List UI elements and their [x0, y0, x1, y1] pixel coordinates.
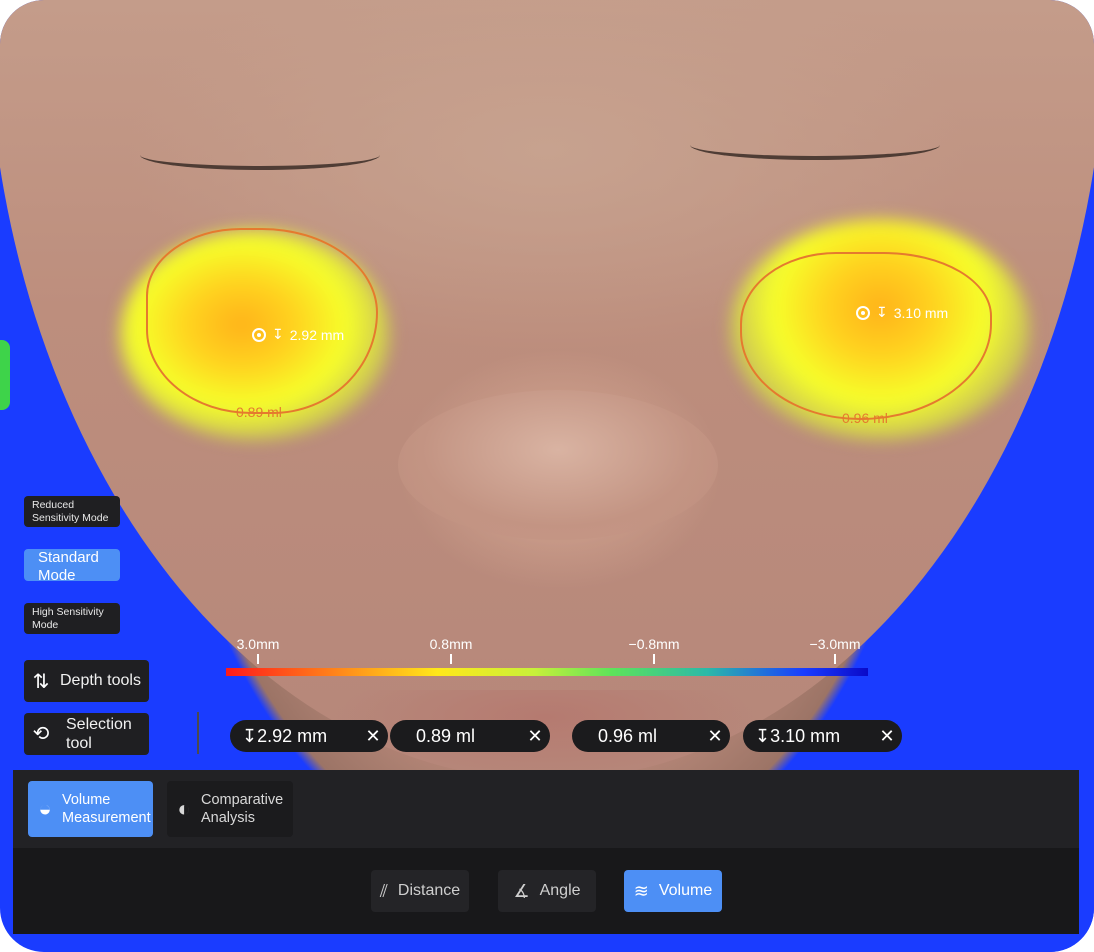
scale-tick: [834, 654, 836, 664]
mode-standard[interactable]: Standard Mode: [24, 549, 120, 584]
measurement-chip[interactable]: 0.96 ml ✕: [572, 720, 730, 752]
right-volume-label: 0.96 ml: [842, 410, 888, 426]
right-eye: [690, 130, 940, 160]
close-icon[interactable]: ✕: [872, 726, 902, 747]
scale-tick: [450, 654, 452, 664]
volume-measurement-button[interactable]: ◒ Volume Measurement: [28, 781, 153, 837]
compare-icon: ◐: [177, 796, 191, 821]
right-depth-value: 3.10 mm: [893, 304, 949, 321]
tab-angle-label: Angle: [539, 882, 581, 899]
divider: [197, 712, 199, 754]
arrow-down-icon: ↧: [876, 304, 888, 320]
left-depth-value: 2.92 mm: [289, 326, 345, 343]
scale-tick: [257, 654, 259, 664]
tab-distance[interactable]: ⫽ Distance: [371, 870, 469, 912]
chip-label: 0.89 ml: [416, 725, 476, 746]
chip-label: ↧2.92 mm: [242, 725, 328, 746]
app-window: ↧ 2.92 mm ↧ 3.10 mm 0.89 ml 0.96 ml Redu…: [0, 0, 1094, 952]
depth-tool-icon: ⇅: [32, 670, 50, 693]
left-volume-label: 0.89 ml: [236, 404, 282, 420]
measurement-chip[interactable]: ↧2.92 mm ✕: [230, 720, 388, 752]
comparative-analysis-label: Comparative Analysis: [201, 792, 284, 826]
edge-artifact: [0, 340, 10, 410]
close-icon[interactable]: ✕: [700, 726, 730, 747]
volume-measurement-label: Volume Measurement: [62, 792, 151, 826]
nose: [398, 390, 718, 540]
target-pin-icon: [252, 327, 266, 342]
scale-label: 3.0mm: [236, 636, 280, 652]
close-icon[interactable]: ✕: [520, 726, 550, 747]
mode-high-sensitivity[interactable]: High Sensitivity Mode: [24, 603, 120, 634]
left-depth-marker[interactable]: ↧ 2.92 mm: [252, 326, 344, 343]
measurement-chip[interactable]: ↧3.10 mm ✕: [743, 720, 902, 752]
depth-tools-label: Depth tools: [60, 672, 141, 689]
arrow-down-icon: ↧: [272, 326, 284, 342]
chip-label: 0.96 ml: [598, 725, 658, 746]
tab-volume[interactable]: ≋ Volume: [624, 870, 722, 912]
comparative-analysis-button[interactable]: ◐ Comparative Analysis: [167, 781, 293, 837]
scale-tick: [653, 654, 655, 664]
target-pin-icon: [856, 305, 870, 320]
ruler-icon: ⫽: [379, 880, 388, 901]
selection-tool-label: Selection tool: [66, 716, 132, 752]
selection-tool-button[interactable]: ⟲ Selection tool: [24, 713, 149, 755]
left-eye: [140, 140, 380, 170]
depth-color-scale: [226, 668, 868, 676]
depth-tools-button[interactable]: ⇅ Depth tools: [24, 660, 149, 702]
close-icon[interactable]: ✕: [358, 726, 388, 747]
angle-icon: ∡: [513, 880, 530, 901]
left-selection-outline[interactable]: [146, 228, 378, 414]
tab-volume-label: Volume: [658, 882, 713, 899]
measurement-chip[interactable]: 0.89 ml ✕: [390, 720, 550, 752]
scale-label: 0.8mm: [429, 636, 473, 652]
chip-label: ↧3.10 mm: [755, 725, 841, 746]
wave-lines-icon: ≋: [633, 880, 649, 901]
selection-loop-icon: ⟲: [32, 722, 50, 745]
tab-distance-label: Distance: [397, 882, 461, 899]
mode-reduced-sensitivity[interactable]: Reduced Sensitivity Mode: [24, 496, 120, 527]
scale-label: −0.8mm: [628, 636, 680, 652]
volume-icon: ◒: [38, 796, 52, 821]
scale-label: −3.0mm: [809, 636, 861, 652]
tab-angle[interactable]: ∡ Angle: [498, 870, 596, 912]
right-depth-marker[interactable]: ↧ 3.10 mm: [856, 304, 948, 321]
